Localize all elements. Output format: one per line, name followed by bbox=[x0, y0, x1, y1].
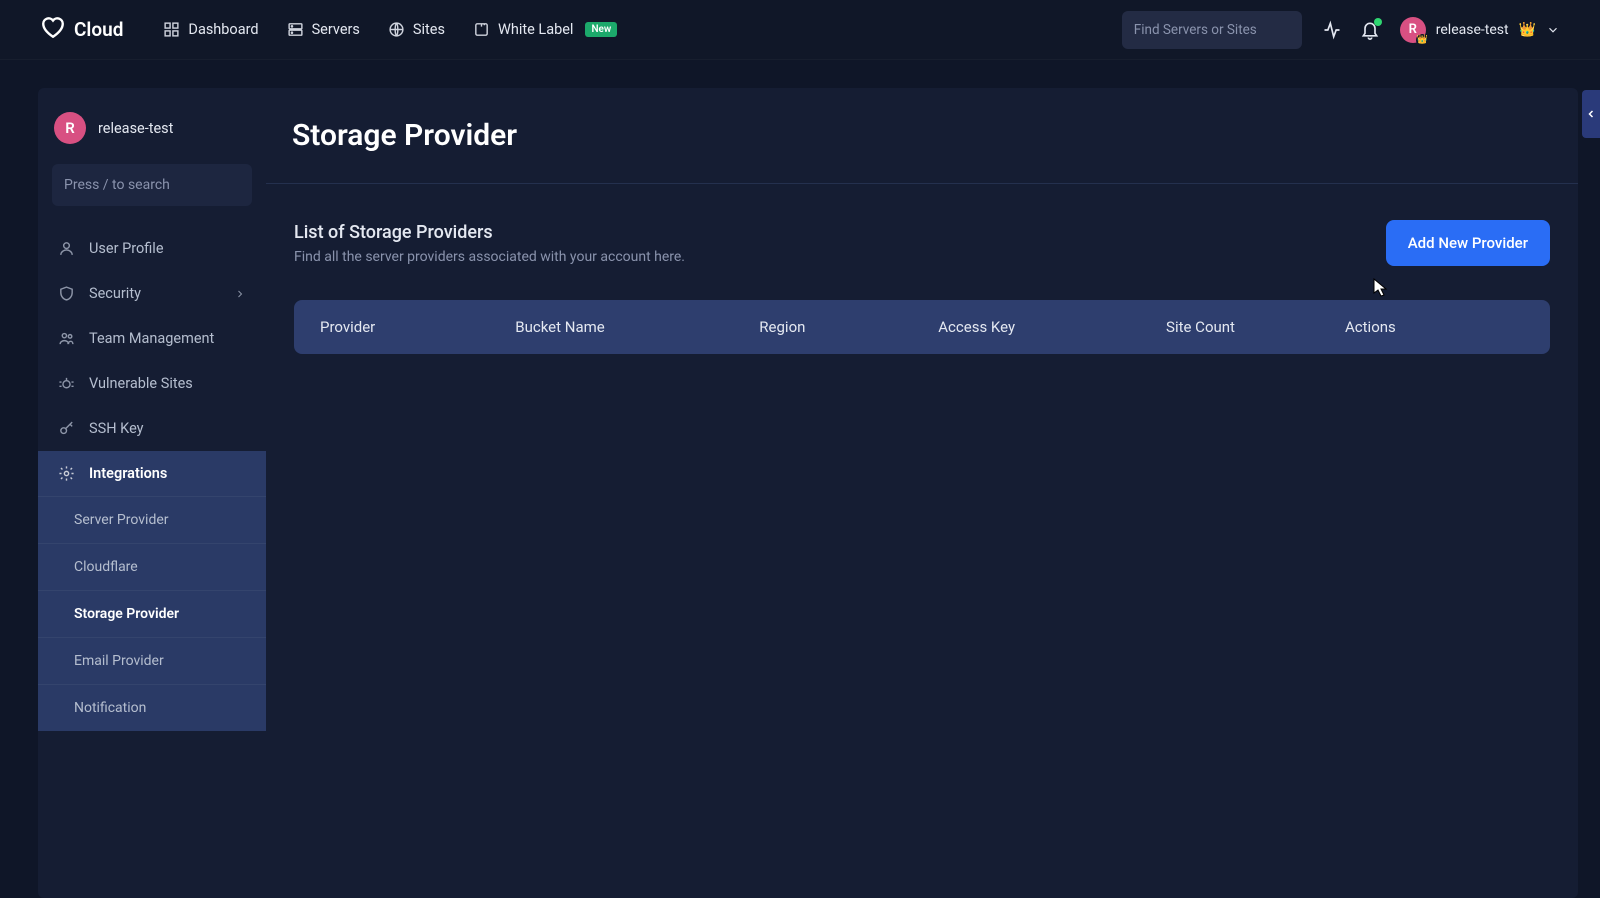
crown-mini-icon: 👑 bbox=[1416, 34, 1429, 46]
sidebar-item-label: User Profile bbox=[89, 240, 164, 257]
key-icon bbox=[58, 420, 75, 437]
notifications-button[interactable] bbox=[1360, 20, 1380, 40]
notification-dot bbox=[1374, 18, 1382, 26]
right-drawer-toggle[interactable] bbox=[1582, 90, 1600, 138]
nav-sites[interactable]: Sites bbox=[388, 21, 445, 38]
sidebar-sub-email-provider[interactable]: Email Provider bbox=[38, 637, 266, 684]
global-search[interactable] bbox=[1122, 11, 1302, 49]
bug-icon bbox=[58, 375, 75, 392]
user-initial: R bbox=[1409, 22, 1417, 37]
sidebar-sub-server-provider[interactable]: Server Provider bbox=[38, 496, 266, 543]
sidebar-item-user-profile[interactable]: User Profile bbox=[48, 226, 256, 271]
user-name: release-test bbox=[1436, 22, 1509, 38]
sidebar-item-label: Team Management bbox=[89, 330, 214, 347]
globe-icon bbox=[388, 21, 405, 38]
user-avatar: R 👑 bbox=[1400, 17, 1426, 43]
nav-servers-label: Servers bbox=[312, 21, 360, 38]
nav-dashboard[interactable]: Dashboard bbox=[163, 21, 258, 38]
sidebar-item-label: Security bbox=[89, 285, 141, 302]
sidebar-search[interactable] bbox=[52, 164, 252, 206]
col-access: Access Key bbox=[938, 318, 1166, 336]
sidebar-item-security[interactable]: Security bbox=[48, 271, 256, 316]
sidebar-item-label: SSH Key bbox=[89, 420, 144, 437]
sidebar-sub-label: Email Provider bbox=[74, 653, 164, 669]
section-title: List of Storage Providers bbox=[294, 222, 685, 243]
sidebar: R release-test User Profile Security Tea… bbox=[38, 88, 266, 898]
card-header: List of Storage Providers Find all the s… bbox=[294, 220, 1550, 266]
crown-icon: 👑 bbox=[1519, 22, 1536, 38]
storage-table-header: Provider Bucket Name Region Access Key S… bbox=[294, 300, 1550, 354]
sidebar-avatar: R bbox=[54, 112, 86, 144]
main-shell: R release-test User Profile Security Tea… bbox=[0, 60, 1600, 898]
whitelabel-icon bbox=[473, 21, 490, 38]
activity-icon bbox=[1322, 20, 1342, 40]
top-nav: Dashboard Servers Sites White Label New bbox=[163, 21, 617, 38]
sidebar-search-input[interactable] bbox=[64, 177, 242, 193]
page-title: Storage Provider bbox=[266, 88, 1578, 184]
sidebar-sub-label: Storage Provider bbox=[74, 606, 179, 622]
sidebar-sub-label: Cloudflare bbox=[74, 559, 138, 575]
activity-button[interactable] bbox=[1322, 20, 1342, 40]
col-provider: Provider bbox=[320, 318, 515, 336]
chevron-left-icon bbox=[1585, 108, 1597, 120]
dashboard-icon bbox=[163, 21, 180, 38]
sidebar-user[interactable]: R release-test bbox=[48, 112, 256, 164]
user-icon bbox=[58, 240, 75, 257]
sidebar-item-label: Integrations bbox=[89, 465, 167, 482]
section-subtitle: Find all the server providers associated… bbox=[294, 249, 685, 265]
sidebar-item-vulnerable-sites[interactable]: Vulnerable Sites bbox=[48, 361, 256, 406]
user-menu[interactable]: R 👑 release-test 👑 bbox=[1400, 17, 1560, 43]
add-new-provider-button[interactable]: Add New Provider bbox=[1386, 220, 1550, 266]
brand-name: Cloud bbox=[74, 18, 123, 41]
sidebar-item-integrations[interactable]: Integrations bbox=[38, 451, 266, 496]
card-titles: List of Storage Providers Find all the s… bbox=[294, 222, 685, 265]
global-search-input[interactable] bbox=[1134, 22, 1311, 38]
sidebar-item-ssh-key[interactable]: SSH Key bbox=[48, 406, 256, 451]
team-icon bbox=[58, 330, 75, 347]
nav-whitelabel-label: White Label bbox=[498, 21, 573, 38]
sidebar-item-team-management[interactable]: Team Management bbox=[48, 316, 256, 361]
col-actions: Actions bbox=[1345, 318, 1524, 336]
gear-icon bbox=[58, 465, 75, 482]
top-icon-group bbox=[1322, 20, 1380, 40]
sidebar-sub-label: Server Provider bbox=[74, 512, 169, 528]
server-icon bbox=[287, 21, 304, 38]
col-sites: Site Count bbox=[1166, 318, 1345, 336]
shield-icon bbox=[58, 285, 75, 302]
sidebar-sub-notification[interactable]: Notification bbox=[38, 684, 266, 731]
heart-cloud-icon bbox=[40, 14, 66, 45]
nav-sites-label: Sites bbox=[413, 21, 445, 38]
new-badge: New bbox=[585, 22, 617, 37]
nav-servers[interactable]: Servers bbox=[287, 21, 360, 38]
nav-whitelabel[interactable]: White Label New bbox=[473, 21, 617, 38]
sidebar-user-initial: R bbox=[65, 119, 75, 137]
main-panel: Storage Provider List of Storage Provide… bbox=[266, 88, 1578, 898]
chevron-right-icon bbox=[234, 288, 246, 300]
sidebar-sub-cloudflare[interactable]: Cloudflare bbox=[38, 543, 266, 590]
sidebar-sub-storage-provider[interactable]: Storage Provider bbox=[38, 590, 266, 637]
chevron-down-icon bbox=[1546, 23, 1560, 37]
sidebar-sub-label: Notification bbox=[74, 700, 146, 716]
col-region: Region bbox=[759, 318, 938, 336]
nav-dashboard-label: Dashboard bbox=[188, 21, 258, 38]
col-bucket: Bucket Name bbox=[515, 318, 759, 336]
storage-provider-card: List of Storage Providers Find all the s… bbox=[266, 184, 1578, 390]
sidebar-item-label: Vulnerable Sites bbox=[89, 375, 193, 392]
sidebar-user-name: release-test bbox=[98, 120, 173, 137]
top-bar: Cloud Dashboard Servers Sites White Labe… bbox=[0, 0, 1600, 60]
sidebar-sub-integrations: Server Provider Cloudflare Storage Provi… bbox=[38, 496, 266, 731]
brand-logo[interactable]: Cloud bbox=[40, 14, 123, 45]
